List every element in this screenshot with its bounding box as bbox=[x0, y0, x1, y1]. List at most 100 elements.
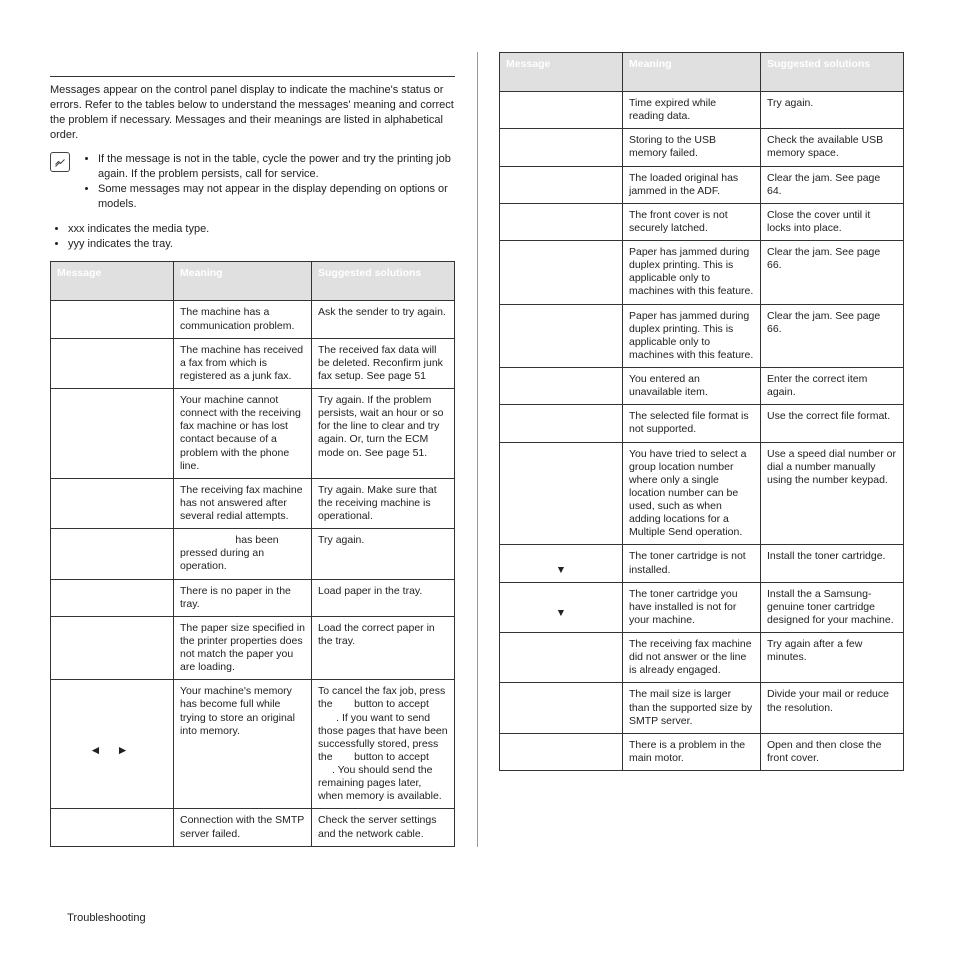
meaning-cell: Storing to the USB memory failed. bbox=[623, 129, 761, 166]
msg-connection-error: Connection Error bbox=[51, 809, 174, 846]
left-column: Understanding display messages Messages … bbox=[50, 52, 455, 847]
table-row: [Stop Pressed] Stop/Clear has been press… bbox=[51, 529, 455, 579]
meaning-cell: The machine has received a fax from whic… bbox=[174, 338, 312, 388]
msg-main-motor: Main Motor Locked bbox=[500, 733, 623, 770]
meaning-cell: The machine has a communication problem. bbox=[174, 301, 312, 338]
meaning-cell: Paper has jammed during duplex printing.… bbox=[623, 241, 761, 305]
msg-data-read-fail: Data Read Fail Check USB Mem. bbox=[500, 92, 623, 129]
sol-part: . You should send the remaining pages la… bbox=[318, 764, 442, 802]
table-header-row: Message Meaning Suggested solutions bbox=[51, 262, 455, 301]
table-row: [Line Error] Your machine cannot connect… bbox=[51, 389, 455, 479]
ok-button-label: OK bbox=[336, 751, 352, 763]
msg-door-open: Door Open bbox=[500, 203, 623, 240]
column-divider bbox=[477, 52, 478, 847]
meaning-cell: The loaded original has jammed in the AD… bbox=[623, 166, 761, 203]
intro-paragraph: Messages appear on the control panel dis… bbox=[50, 83, 455, 142]
msg-line-error: [Line Error] bbox=[51, 389, 174, 479]
table-row: Door Open The front cover is not securel… bbox=[500, 203, 904, 240]
no-label: No bbox=[318, 764, 332, 776]
msg-text: Install Toner bbox=[530, 550, 592, 562]
meaning-cell: The receiving fax machine did not answer… bbox=[623, 633, 761, 683]
table-row: File Format Not Supported The selected f… bbox=[500, 405, 904, 442]
legend-item: yyy indicates the tray. bbox=[68, 237, 455, 252]
page-footer: 72 Troubleshooting bbox=[50, 912, 146, 924]
solution-cell: Clear the jam. See page 64. bbox=[761, 166, 904, 203]
right-column: Message Meaning Suggested solutions Data… bbox=[499, 52, 904, 847]
msg-line-busy: Line Busy bbox=[500, 633, 623, 683]
meaning-cell: The mail size is larger than the support… bbox=[623, 683, 761, 733]
msg-comm-error: [COMM. Error] bbox=[51, 301, 174, 338]
col-meaning: Meaning bbox=[623, 53, 761, 92]
table-row: Duplex Jam 1 Open/Close Door Paper has j… bbox=[500, 304, 904, 368]
meaning-cell: Stop/Clear has been pressed during an op… bbox=[174, 529, 312, 579]
table-row: Invalid Toner ▼ The toner cartridge you … bbox=[500, 582, 904, 632]
legend-item: xxx indicates the media type. bbox=[68, 222, 455, 237]
solution-cell: Open and then close the front cover. bbox=[761, 733, 904, 770]
col-solutions: Suggested solutions bbox=[312, 262, 455, 301]
note-icon bbox=[50, 152, 70, 172]
table-header-row: Message Meaning Suggested solutions bbox=[500, 53, 904, 92]
msg-mail-exceeds: Mail Exceeds Server Support bbox=[500, 683, 623, 733]
msg-paper-empty: [yyy] Paper Empty bbox=[51, 579, 174, 616]
msg-enter-again: Enter Again bbox=[500, 368, 623, 405]
msg-incompatible: [Incompatible] The registered ID bbox=[51, 338, 174, 388]
table-row: Document Jam The loaded original has jam… bbox=[500, 166, 904, 203]
table-row: Group Not Available You have tried to se… bbox=[500, 442, 904, 545]
msg-duplex-jam-1: Duplex Jam 1 Open/Close Door bbox=[500, 304, 623, 368]
triangle-down-icon: ▼ bbox=[556, 564, 566, 576]
table-row: Enter Again You entered an unavailable i… bbox=[500, 368, 904, 405]
solution-cell: Check the server settings and the networ… bbox=[312, 809, 455, 846]
solution-cell: To cancel the fax job, press the OK butt… bbox=[312, 680, 455, 809]
legend-list: xxx indicates the media type. yyy indica… bbox=[50, 222, 455, 252]
meaning-cell: The front cover is not securely latched. bbox=[623, 203, 761, 240]
solution-cell: Try again. If the problem persists, wait… bbox=[312, 389, 455, 479]
sol-part: button to accept bbox=[351, 698, 429, 710]
solution-cell: Install the toner cartridge. bbox=[761, 545, 904, 582]
section-heading: Understanding display messages bbox=[50, 52, 455, 77]
solution-cell: Divide your mail or reduce the resolutio… bbox=[761, 683, 904, 733]
meaning-cell: Connection with the SMTP server failed. bbox=[174, 809, 312, 846]
msg-cancel: Cancel? ◄ ► bbox=[51, 680, 174, 809]
solution-cell: Try again. bbox=[761, 92, 904, 129]
meaning-cell: The receiving fax machine has not answer… bbox=[174, 478, 312, 528]
solution-cell: Use the correct file format. bbox=[761, 405, 904, 442]
col-meaning: Meaning bbox=[174, 262, 312, 301]
ok-button-label: OK bbox=[336, 698, 352, 710]
meaning-cell: The selected file format is not supporte… bbox=[623, 405, 761, 442]
meaning-cell: The toner cartridge is not installed. bbox=[623, 545, 761, 582]
table-row: [yyy] Paper Mismatch The paper size spec… bbox=[51, 616, 455, 680]
triangle-down-icon: ▼ bbox=[556, 607, 566, 619]
msg-duplex-jam-0: Duplex Jam 0 Check Inside bbox=[500, 241, 623, 305]
left-right-arrows-icon: ◄ ► bbox=[89, 743, 134, 757]
msg-no-answer: [No Answer] bbox=[51, 478, 174, 528]
solution-cell: Load paper in the tray. bbox=[312, 579, 455, 616]
page-number: 72 bbox=[50, 912, 62, 924]
table-row: Data Write Fail Check USB Mem. Storing t… bbox=[500, 129, 904, 166]
meaning-cell: You have tried to select a group locatio… bbox=[623, 442, 761, 545]
manual-page: Understanding display messages Messages … bbox=[0, 0, 954, 954]
meaning-cell: The toner cartridge you have installed i… bbox=[623, 582, 761, 632]
meaning-cell: You entered an unavailable item. bbox=[623, 368, 761, 405]
meaning-cell: The paper size specified in the printer … bbox=[174, 616, 312, 680]
msg-file-format: File Format Not Supported bbox=[500, 405, 623, 442]
messages-table-left: Message Meaning Suggested solutions [COM… bbox=[50, 261, 455, 846]
solution-cell: Install the a Samsung-genuine toner cart… bbox=[761, 582, 904, 632]
table-row: [No Answer] The receiving fax machine ha… bbox=[51, 478, 455, 528]
meaning-cell: Your machine cannot connect with the rec… bbox=[174, 389, 312, 479]
table-row: [yyy] Paper Empty There is no paper in t… bbox=[51, 579, 455, 616]
note-box: If the message is not in the table, cycl… bbox=[50, 152, 455, 211]
meaning-cell: Your machine's memory has become full wh… bbox=[174, 680, 312, 809]
meaning-cell: There is a problem in the main motor. bbox=[623, 733, 761, 770]
yes-label: Yes bbox=[318, 712, 336, 724]
solution-cell: Try again. Make sure that the receiving … bbox=[312, 478, 455, 528]
table-row: [COMM. Error] The machine has a communic… bbox=[51, 301, 455, 338]
solution-cell: Clear the jam. See page 66. bbox=[761, 304, 904, 368]
table-row: Data Read Fail Check USB Mem. Time expir… bbox=[500, 92, 904, 129]
msg-install-toner: Install Toner ▼ bbox=[500, 545, 623, 582]
solution-cell: Use a speed dial number or dial a number… bbox=[761, 442, 904, 545]
solution-cell: Try again after a few minutes. bbox=[761, 633, 904, 683]
two-column-layout: Understanding display messages Messages … bbox=[50, 52, 904, 847]
msg-text: Invalid Toner bbox=[529, 594, 594, 606]
note-item: If the message is not in the table, cycl… bbox=[98, 152, 455, 182]
table-row: Mail Exceeds Server Support The mail siz… bbox=[500, 683, 904, 733]
